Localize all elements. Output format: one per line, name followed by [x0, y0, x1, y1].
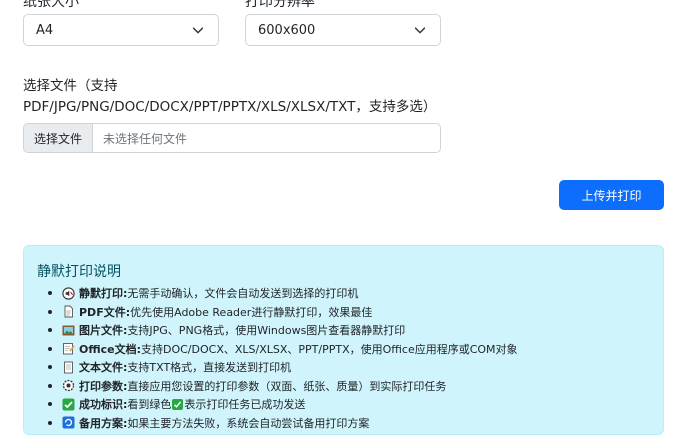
tip-heading: 文本文件: [79, 361, 128, 375]
silent-print-info-panel: 静默打印说明 静默打印: 无需手动确认，文件会自动发送到选择的打印机 PDF文件… [23, 245, 664, 435]
resolution-select[interactable]: 600x600 [245, 14, 441, 46]
bullet [48, 291, 52, 296]
resolution-label: 打印分辨率 [245, 0, 315, 10]
choose-file-button[interactable]: 选择文件 [24, 124, 94, 152]
chevron-down-icon [412, 22, 428, 38]
memo-icon [62, 342, 75, 355]
list-item: PDF文件: 优先使用Adobe Reader进行静默打印，效果最佳 [48, 303, 518, 322]
list-item: 备用方案: 如果主要方法失败，系统会自动尝试备用打印方案 [48, 414, 518, 433]
tip-text: 优先使用Adobe Reader进行静默打印，效果最佳 [130, 305, 373, 319]
list-item: 文本文件: 支持TXT格式，直接发送到打印机 [48, 358, 518, 377]
info-list: 静默打印: 无需手动确认，文件会自动发送到选择的打印机 PDF文件: 优先使用A… [48, 284, 518, 432]
paper-size-select[interactable]: A4 [23, 14, 219, 46]
file-label-line2: PDF/JPG/PNG/DOC/DOCX/PPT/PPTX/XLS/XLSX/T… [23, 99, 437, 115]
no-file-chosen-text: 未选择任何文件 [103, 131, 188, 146]
bullet [48, 420, 52, 425]
tip-text: 支持TXT格式，直接发送到打印机 [127, 361, 292, 375]
tip-text: 支持DOC/DOCX、XLS/XLSX、PPT/PPTX，使用Office应用程… [141, 342, 518, 356]
tip-heading: 静默打印: [79, 287, 128, 301]
resolution-value: 600x600 [258, 22, 316, 38]
tip-heading: PDF文件: [79, 305, 131, 319]
upload-print-button[interactable]: 上传并打印 [559, 180, 664, 210]
tip-heading: 备用方案: [79, 416, 128, 430]
paper-size-value: A4 [36, 22, 54, 38]
bullet [48, 365, 52, 370]
picture-icon [62, 324, 75, 337]
file-input[interactable]: 选择文件 未选择任何文件 [23, 123, 441, 153]
tip-text: 无需手动确认，文件会自动发送到选择的打印机 [127, 287, 359, 301]
list-item: 成功标识: 看到绿色 表示打印任务已成功发送 [48, 395, 518, 414]
bullet [48, 346, 52, 351]
gear-icon [62, 379, 75, 392]
list-item: Office文档: 支持DOC/DOCX、XLS/XLSX、PPT/PPTX，使… [48, 340, 518, 359]
tip-text: 表示打印任务已成功发送 [184, 398, 306, 412]
bullet [48, 383, 52, 388]
list-item: 静默打印: 无需手动确认，文件会自动发送到选择的打印机 [48, 284, 518, 303]
page-icon [62, 361, 75, 374]
paper-size-label: 纸张大小 [23, 0, 79, 10]
chevron-down-icon [190, 22, 206, 38]
tip-text: 直接应用您设置的打印参数（双面、纸张、质量）到实际打印任务 [127, 379, 447, 393]
tip-heading: 图片文件: [79, 324, 128, 338]
mute-icon [62, 287, 75, 300]
tip-text: 看到绿色 [127, 398, 172, 412]
file-select-label: 选择文件（支持 PDF/JPG/PNG/DOC/DOCX/PPT/PPTX/XL… [23, 76, 453, 118]
bullet [48, 328, 52, 333]
bullet [48, 309, 52, 314]
tip-text: 如果主要方法失败，系统会自动尝试备用打印方案 [127, 416, 370, 430]
tip-heading: 打印参数: [79, 379, 128, 393]
list-item: 打印参数: 直接应用您设置的打印参数（双面、纸张、质量）到实际打印任务 [48, 377, 518, 396]
tip-text: 支持JPG、PNG格式，使用Windows图片查看器静默打印 [127, 324, 406, 338]
tip-heading: Office文档: [79, 342, 141, 356]
document-icon [62, 305, 75, 318]
list-item: 图片文件: 支持JPG、PNG格式，使用Windows图片查看器静默打印 [48, 321, 518, 340]
bullet [48, 402, 52, 407]
file-label-line1: 选择文件（支持 [23, 78, 118, 94]
check-icon [172, 398, 184, 410]
check-icon [62, 398, 75, 411]
tip-heading: 成功标识: [79, 398, 128, 412]
info-panel-title: 静默打印说明 [37, 264, 121, 280]
backup-icon [62, 416, 75, 429]
